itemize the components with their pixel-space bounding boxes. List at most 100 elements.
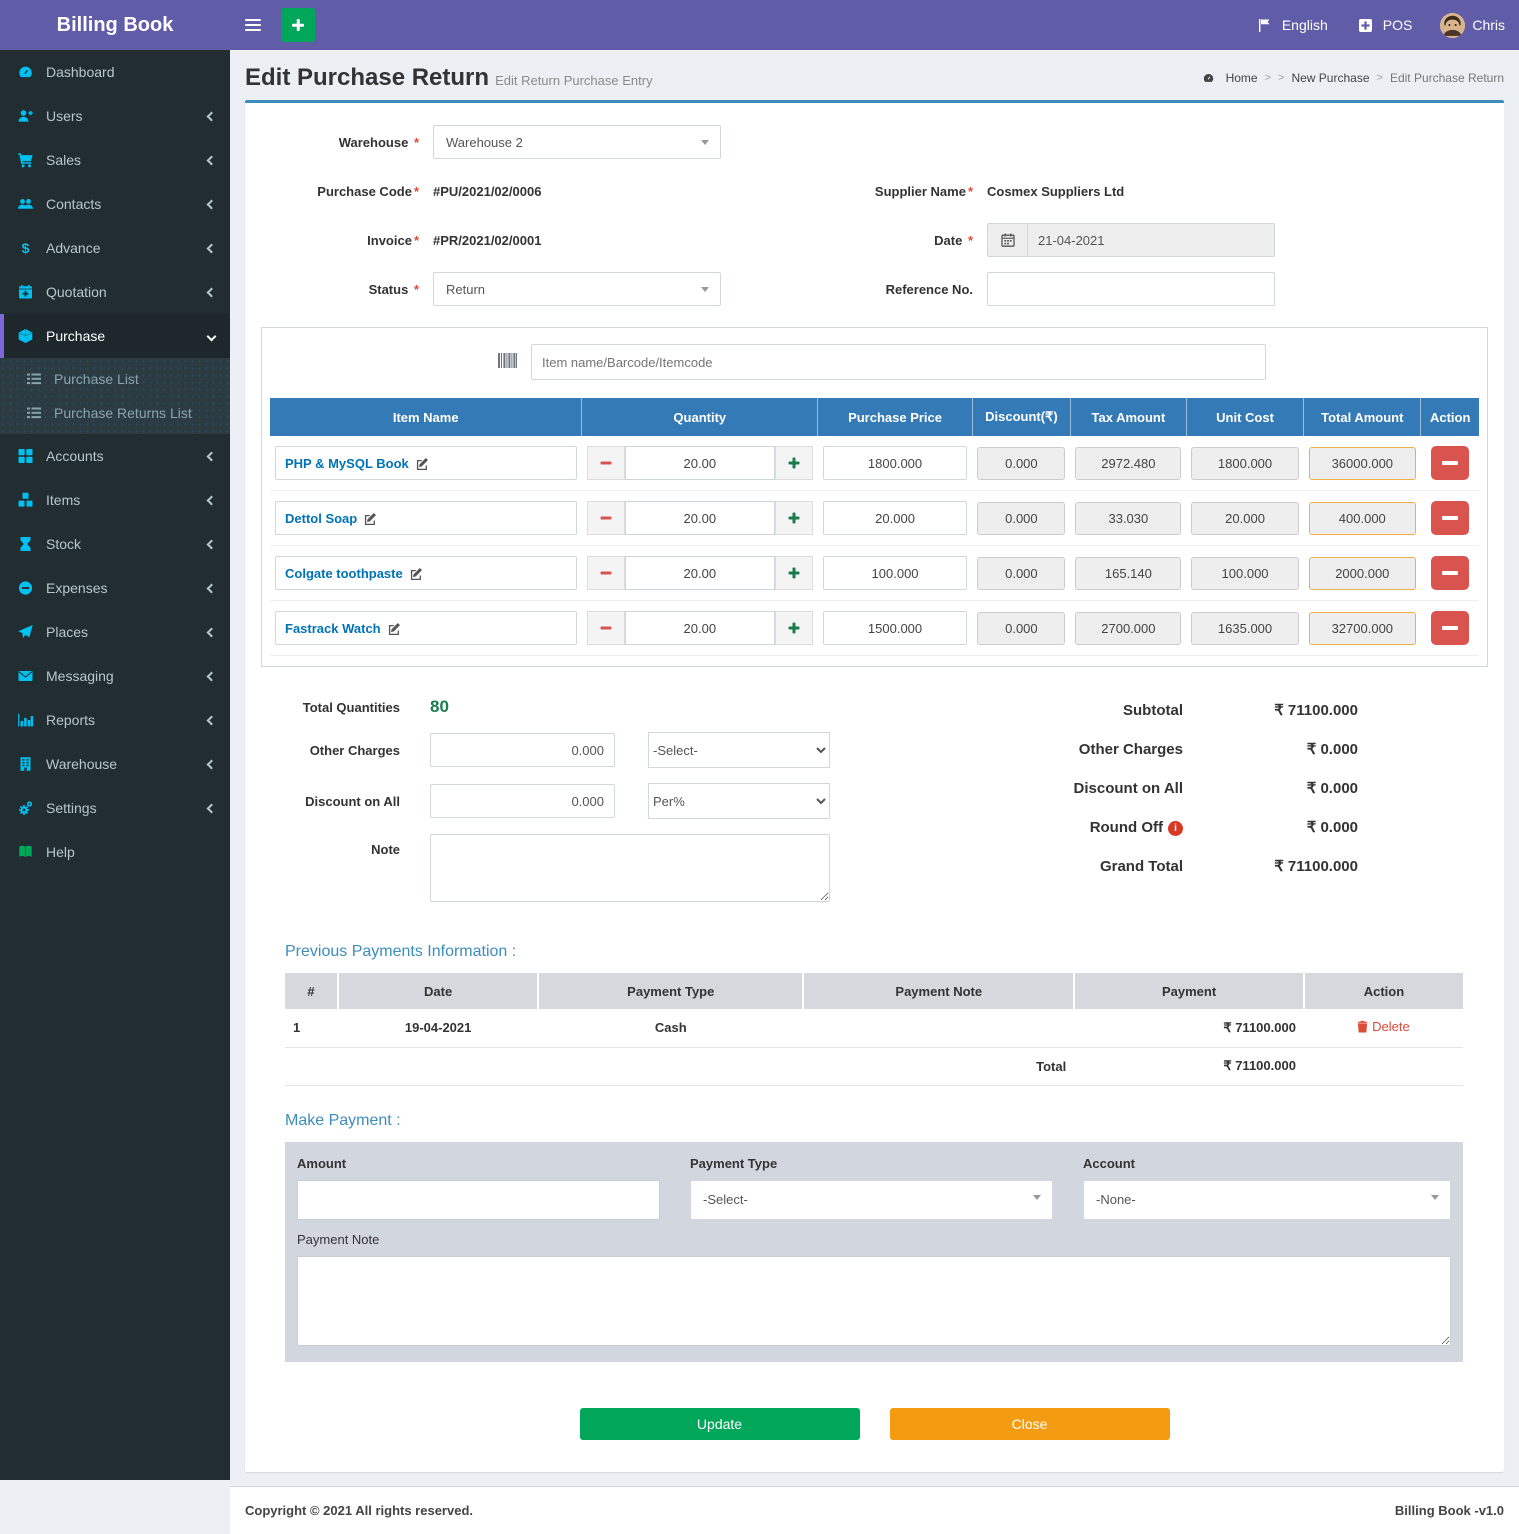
chevron-left-icon bbox=[207, 671, 217, 681]
item-name-link[interactable]: Fastrack Watch bbox=[285, 621, 381, 636]
qty-input[interactable] bbox=[625, 446, 775, 480]
item-name-link[interactable]: Colgate toothpaste bbox=[285, 566, 403, 581]
payment-type-select[interactable]: -Select- bbox=[690, 1180, 1053, 1220]
sidebar-item-expenses[interactable]: Expenses bbox=[0, 566, 230, 610]
payment-type-label: Payment Type bbox=[690, 1156, 1053, 1171]
discount-total-value: ₹ 0.000 bbox=[1183, 779, 1358, 797]
make-payment-title: Make Payment : bbox=[285, 1112, 1504, 1130]
sidebar-item-accounts[interactable]: Accounts bbox=[0, 434, 230, 478]
item-name-link[interactable]: Dettol Soap bbox=[285, 511, 357, 526]
sidebar-item-stock[interactable]: Stock bbox=[0, 522, 230, 566]
payment-note-textarea[interactable] bbox=[297, 1256, 1451, 1346]
reference-input[interactable] bbox=[987, 272, 1275, 306]
delete-payment-link[interactable]: Delete bbox=[1357, 1019, 1410, 1034]
discount-type-select[interactable]: Per% bbox=[648, 783, 830, 819]
grand-total-value: ₹ 71100.000 bbox=[1183, 857, 1358, 875]
sidebar-item-help[interactable]: Help bbox=[0, 830, 230, 874]
account-select[interactable]: -None- bbox=[1083, 1180, 1451, 1220]
chevron-down-icon bbox=[207, 331, 217, 341]
payment-date: 19-04-2021 bbox=[338, 1009, 538, 1047]
sidebar-item-purchase-returns-list[interactable]: Purchase Returns List bbox=[0, 396, 230, 430]
close-button[interactable]: Close bbox=[890, 1408, 1170, 1440]
list-icon bbox=[24, 371, 44, 387]
payment-note bbox=[803, 1009, 1074, 1047]
qty-increase-button[interactable] bbox=[775, 611, 813, 645]
remove-row-button[interactable] bbox=[1431, 611, 1469, 645]
user-menu[interactable]: Chris bbox=[1426, 0, 1519, 50]
qty-increase-button[interactable] bbox=[775, 501, 813, 535]
warehouse-select[interactable]: Warehouse 2 bbox=[433, 125, 721, 159]
edit-icon[interactable] bbox=[364, 512, 377, 525]
edit-icon[interactable] bbox=[388, 622, 401, 635]
remove-row-button[interactable] bbox=[1431, 501, 1469, 535]
sidebar-item-settings[interactable]: Settings bbox=[0, 786, 230, 830]
payment-row: 1 19-04-2021 Cash ₹ 71100.000 Delete bbox=[285, 1009, 1463, 1047]
tax-amount-value: 165.140 bbox=[1075, 557, 1181, 590]
item-search-input[interactable] bbox=[531, 344, 1266, 380]
qty-decrease-button[interactable] bbox=[587, 556, 625, 590]
status-select[interactable]: Return bbox=[433, 272, 721, 306]
note-textarea[interactable] bbox=[430, 834, 830, 902]
purchase-price-input[interactable] bbox=[823, 446, 968, 480]
chevron-left-icon bbox=[207, 627, 217, 637]
hourglass-icon bbox=[15, 536, 35, 552]
qty-decrease-button[interactable] bbox=[587, 611, 625, 645]
quick-add-button[interactable] bbox=[281, 8, 315, 42]
sidebar-item-advance[interactable]: $ Advance bbox=[0, 226, 230, 270]
payment-total-label: Total bbox=[285, 1047, 1074, 1085]
remove-row-button[interactable] bbox=[1431, 556, 1469, 590]
remove-row-button[interactable] bbox=[1431, 446, 1469, 480]
other-charges-input[interactable] bbox=[430, 733, 615, 767]
sidebar-item-warehouse[interactable]: Warehouse bbox=[0, 742, 230, 786]
info-icon[interactable] bbox=[1168, 821, 1183, 836]
items-panel: Item Name Quantity Purchase Price Discou… bbox=[261, 327, 1488, 667]
qty-decrease-button[interactable] bbox=[587, 501, 625, 535]
qty-input[interactable] bbox=[625, 556, 775, 590]
purchase-price-input[interactable] bbox=[823, 556, 968, 590]
payment-amount: ₹ 71100.000 bbox=[1074, 1009, 1304, 1047]
chevron-left-icon bbox=[207, 539, 217, 549]
home-icon bbox=[1199, 70, 1219, 86]
discount-on-all-input[interactable] bbox=[430, 784, 615, 818]
language-menu[interactable]: English bbox=[1241, 0, 1342, 50]
sidebar-item-users[interactable]: Users bbox=[0, 94, 230, 138]
sidebar-item-reports[interactable]: Reports bbox=[0, 698, 230, 742]
sidebar-toggle-button[interactable] bbox=[230, 0, 275, 50]
qty-input[interactable] bbox=[625, 501, 775, 535]
sidebar-item-contacts[interactable]: Contacts bbox=[0, 182, 230, 226]
breadcrumb-home[interactable]: Home bbox=[1226, 71, 1258, 85]
edit-icon[interactable] bbox=[416, 457, 429, 470]
item-name-link[interactable]: PHP & MySQL Book bbox=[285, 456, 409, 471]
purchase-price-input[interactable] bbox=[823, 501, 968, 535]
sidebar-item-purchase[interactable]: Purchase bbox=[0, 314, 230, 358]
sidebar-item-places[interactable]: Places bbox=[0, 610, 230, 654]
amount-input[interactable] bbox=[297, 1180, 660, 1220]
qty-decrease-button[interactable] bbox=[587, 446, 625, 480]
sidebar-item-dashboard[interactable]: Dashboard bbox=[0, 50, 230, 94]
other-charges-type-select[interactable]: -Select- bbox=[648, 732, 830, 768]
date-input[interactable] bbox=[1027, 223, 1275, 257]
payment-note-label: Payment Note bbox=[297, 1232, 1451, 1247]
sidebar-item-sales[interactable]: Sales bbox=[0, 138, 230, 182]
sidebar-item-quotation[interactable]: Quotation bbox=[0, 270, 230, 314]
qty-increase-button[interactable] bbox=[775, 556, 813, 590]
cubes-icon bbox=[15, 492, 35, 508]
edit-icon[interactable] bbox=[410, 567, 423, 580]
pos-plus-icon bbox=[1356, 17, 1376, 33]
note-label: Note bbox=[245, 834, 430, 857]
purchase-price-input[interactable] bbox=[823, 611, 968, 645]
tax-amount-value: 33.030 bbox=[1075, 502, 1181, 535]
app-logo[interactable]: Billing Book bbox=[0, 0, 230, 50]
sidebar-item-messaging[interactable]: Messaging bbox=[0, 654, 230, 698]
other-charges-total-label: Other Charges bbox=[885, 741, 1183, 758]
sidebar-item-items[interactable]: Items bbox=[0, 478, 230, 522]
qty-increase-button[interactable] bbox=[775, 446, 813, 480]
pos-button[interactable]: POS bbox=[1342, 0, 1427, 50]
qty-input[interactable] bbox=[625, 611, 775, 645]
breadcrumb-new-purchase[interactable]: New Purchase bbox=[1291, 71, 1369, 85]
update-button[interactable]: Update bbox=[580, 1408, 860, 1440]
cart-icon bbox=[15, 152, 35, 168]
calendar-plus-icon bbox=[15, 284, 35, 300]
supplier-label: Supplier Name* bbox=[867, 184, 987, 199]
sidebar-item-purchase-list[interactable]: Purchase List bbox=[0, 362, 230, 396]
